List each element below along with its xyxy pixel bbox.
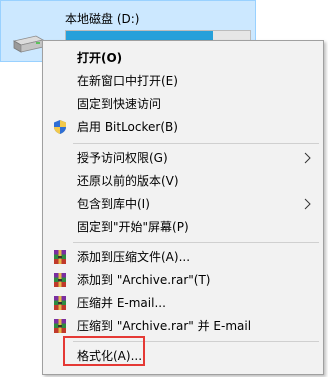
menu-item-add-archive-rar[interactable]: 添加到 "Archive.rar"(T) [45, 268, 321, 292]
menu-item-label: 压缩到 "Archive.rar" 并 E-mail [77, 319, 252, 333]
menu-item-label: 添加到压缩文件(A)... [77, 250, 191, 264]
winrar-icon [54, 319, 66, 333]
menu-item-open-new-window[interactable]: 在新窗口中打开(E) [45, 69, 321, 93]
menu-item-compress-email[interactable]: 压缩并 E-mail... [45, 291, 321, 315]
winrar-icon [54, 273, 66, 287]
winrar-icon [54, 296, 66, 310]
menu-item-open[interactable]: 打开(O) [45, 46, 321, 70]
menu-item-pin-quick-access[interactable]: 固定到快速访问 [45, 92, 321, 116]
menu-item-label: 打开(O) [77, 51, 123, 65]
menu-item-label: 压缩并 E-mail... [77, 296, 166, 310]
chevron-right-icon [304, 198, 311, 210]
menu-item-compress-rar-email[interactable]: 压缩到 "Archive.rar" 并 E-mail [45, 314, 321, 338]
context-menu: 打开(O) 在新窗口中打开(E) 固定到快速访问 启用 BitLocker(B)… [42, 40, 324, 375]
shield-icon [54, 120, 66, 134]
format-highlight-box [63, 336, 145, 366]
menu-item-restore-versions[interactable]: 还原以前的版本(V) [45, 169, 321, 193]
menu-item-pin-start[interactable]: 固定到"开始"屏幕(P) [45, 215, 321, 239]
menu-item-label: 还原以前的版本(V) [77, 174, 179, 188]
menu-separator [73, 242, 319, 243]
winrar-icon [54, 250, 66, 264]
menu-separator [73, 143, 319, 144]
menu-item-label: 添加到 "Archive.rar"(T) [77, 273, 211, 287]
menu-item-add-archive[interactable]: 添加到压缩文件(A)... [45, 245, 321, 269]
menu-item-include-library[interactable]: 包含到库中(I) [45, 192, 321, 216]
menu-item-enable-bitlocker[interactable]: 启用 BitLocker(B) [45, 115, 321, 139]
menu-item-grant-access[interactable]: 授予访问权限(G) [45, 146, 321, 170]
drive-label: 本地磁盘 (D:) [65, 12, 140, 26]
menu-item-label: 授予访问权限(G) [77, 151, 168, 165]
menu-item-label: 在新窗口中打开(E) [77, 74, 178, 88]
menu-item-label: 包含到库中(I) [77, 197, 150, 211]
hard-drive-icon [12, 35, 45, 53]
chevron-right-icon [304, 152, 311, 164]
menu-item-label: 启用 BitLocker(B) [77, 120, 178, 134]
menu-item-label: 固定到"开始"屏幕(P) [77, 220, 189, 234]
menu-item-label: 固定到快速访问 [77, 97, 162, 111]
